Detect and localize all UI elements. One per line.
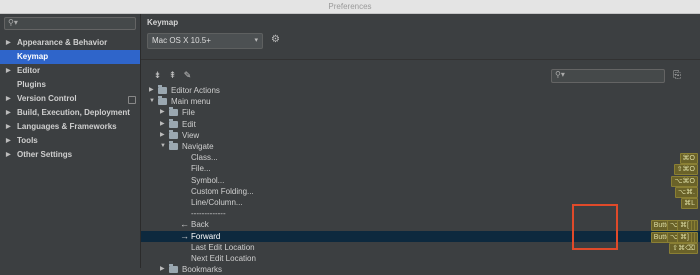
sidebar-item-label: Build, Execution, Deployment: [17, 108, 130, 117]
page-title: Keymap: [147, 18, 179, 27]
tree-toolbar: ⇟ ⇞ ✎: [151, 70, 196, 81]
sidebar-item-other-settings[interactable]: ▶ Other Settings: [0, 148, 140, 162]
sidebar-item-label: Languages & Frameworks: [17, 122, 117, 131]
chevron-right-icon[interactable]: ▶: [6, 36, 11, 50]
expand-all-icon[interactable]: ⇟: [151, 70, 164, 81]
tree-row-label: Class...: [191, 153, 218, 163]
sidebar-item-label: Tools: [17, 136, 38, 145]
chevron-right-icon[interactable]: ▶: [6, 64, 11, 78]
gear-icon[interactable]: ⚙: [271, 34, 280, 45]
tree-row[interactable]: ▶ View: [141, 129, 700, 141]
sidebar-item-label: Version Control: [17, 94, 77, 103]
tree-row[interactable]: Custom Folding... ⌥⌘.: [141, 186, 700, 198]
chevron-down-icon: ▾: [254, 37, 258, 44]
find-by-shortcut-icon[interactable]: ⎘: [673, 70, 681, 81]
sidebar-item-label: Keymap: [17, 52, 49, 61]
tree-row-label: Forward: [191, 231, 221, 241]
chevron-right-icon[interactable]: ▶: [6, 148, 11, 162]
chevron-down-icon[interactable]: ▼: [160, 141, 166, 152]
sidebar-item-label: Plugins: [17, 80, 46, 89]
project-scope-icon: [128, 96, 136, 104]
folder-icon: [169, 129, 178, 139]
tree-row[interactable]: ▼ Navigate: [141, 141, 700, 152]
search-icon: ⚲▾: [8, 18, 18, 27]
folder-icon: [169, 107, 178, 117]
tree-row[interactable]: Class... ⌘O: [141, 152, 700, 165]
keymap-filter-input[interactable]: ⚲▾: [551, 69, 665, 83]
settings-search-input[interactable]: ⚲▾: [4, 17, 136, 30]
divider: [141, 59, 700, 60]
tree-row-label: -------------: [191, 209, 226, 219]
keymap-select[interactable]: Mac OS X 10.5+ ▾: [147, 33, 263, 49]
tree-row-label: Line/Column...: [191, 198, 243, 207]
tree-row-label: View: [182, 130, 200, 140]
tree-row[interactable]: ▶ File: [141, 107, 700, 118]
arrow-right-icon: →: [180, 230, 189, 241]
keymap-select-value: Mac OS X 10.5+: [152, 36, 211, 45]
folder-icon: [169, 118, 178, 128]
tree-row-label: Back: [191, 220, 209, 230]
tree-row-label: Next Edit Location: [191, 254, 256, 263]
sidebar-item-label: Appearance & Behavior: [17, 38, 108, 47]
chevron-right-icon[interactable]: ▶: [160, 119, 165, 130]
sidebar-item-languages-frameworks[interactable]: ▶ Languages & Frameworks: [0, 120, 140, 134]
chevron-right-icon[interactable]: ▶: [160, 107, 165, 118]
tree-row-label: Navigate: [182, 142, 214, 151]
chevron-right-icon[interactable]: ▶: [160, 130, 165, 141]
sidebar-item-keymap[interactable]: Keymap: [0, 50, 140, 64]
sidebar-item-tools[interactable]: ▶ Tools: [0, 134, 140, 148]
tree-row[interactable]: ▶ Editor Actions: [141, 85, 700, 96]
tree-row-label: Bookmarks: [182, 265, 223, 275]
sidebar-item-plugins[interactable]: Plugins: [0, 78, 140, 92]
sidebar-item-build-execution-deployment[interactable]: ▶ Build, Execution, Deployment: [0, 106, 140, 120]
settings-sidebar: ⚲▾ ▶ Appearance & Behavior Keymap ▶ Editor Pl…: [0, 14, 141, 268]
arrow-left-icon: ←: [180, 219, 189, 230]
folder-icon: [169, 141, 178, 150]
tree-row-label: Main menu: [171, 97, 211, 107]
chevron-right-icon[interactable]: ▶: [6, 92, 11, 106]
chevron-right-icon[interactable]: ▶: [6, 134, 11, 148]
sidebar-item-editor[interactable]: ▶ Editor: [0, 64, 140, 78]
tree-row-label: Last Edit Location: [191, 242, 255, 252]
folder-icon: [169, 264, 178, 274]
tree-row[interactable]: ▶ Bookmarks: [141, 264, 700, 275]
tree-row[interactable]: Symbol... ⌥⌘O: [141, 175, 700, 187]
tree-row-label: File: [182, 108, 195, 118]
sidebar-item-version-control[interactable]: ▶ Version Control: [0, 92, 140, 106]
tree-row-label: Custom Folding...: [191, 186, 254, 196]
folder-icon: [158, 96, 167, 106]
tree-row-label: Symbol...: [191, 175, 225, 185]
chevron-right-icon[interactable]: ▶: [6, 120, 11, 134]
tree-row-label: File...: [191, 164, 211, 174]
tree-row-label: Editor Actions: [171, 86, 220, 95]
tree-row-label: Edit: [182, 119, 196, 129]
sidebar-item-label: Other Settings: [17, 150, 73, 159]
chevron-right-icon[interactable]: ▶: [149, 85, 154, 96]
chevron-right-icon[interactable]: ▶: [6, 106, 11, 120]
edit-icon[interactable]: ✎: [181, 70, 194, 81]
tree-row[interactable]: ▶ Edit: [141, 118, 700, 130]
window-title: Preferences: [328, 2, 372, 11]
window-titlebar: Preferences: [0, 0, 700, 14]
tree-row[interactable]: ▼ Main menu: [141, 96, 700, 107]
tree-row[interactable]: File... ⇧⌘O: [141, 163, 700, 176]
sidebar-item-label: Editor: [17, 66, 41, 75]
search-icon: ⚲▾: [555, 70, 565, 79]
collapse-all-icon[interactable]: ⇞: [166, 70, 179, 81]
annotation-box: [572, 204, 618, 250]
settings-nav: ▶ Appearance & Behavior Keymap ▶ Editor Plugi…: [0, 36, 140, 162]
chevron-down-icon[interactable]: ▼: [149, 96, 155, 107]
sidebar-item-appearance-behavior[interactable]: ▶ Appearance & Behavior: [0, 36, 140, 50]
folder-icon: [158, 85, 167, 94]
chevron-right-icon[interactable]: ▶: [160, 264, 165, 275]
tree-row[interactable]: Next Edit Location: [141, 253, 700, 264]
